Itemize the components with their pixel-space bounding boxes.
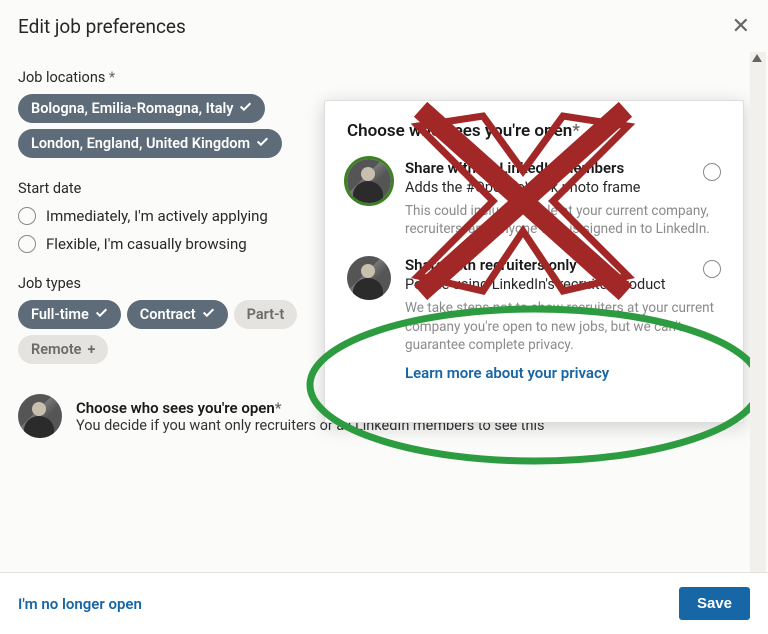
check-icon (239, 100, 252, 117)
jobtype-remote[interactable]: Remote + (18, 335, 108, 364)
radio-icon (18, 207, 36, 225)
locations-label: Job locations * (18, 69, 750, 86)
option-recruiters-only[interactable]: Share with recruiters only People using … (347, 256, 721, 382)
avatar (347, 256, 391, 300)
save-button[interactable]: Save (679, 587, 750, 620)
plus-icon: + (88, 341, 96, 358)
check-icon (256, 135, 269, 152)
visibility-popup: Choose who sees you're open* Share with … (324, 100, 744, 423)
location-chip[interactable]: Bologna, Emilia-Romagna, Italy (18, 94, 265, 123)
privacy-link[interactable]: Learn more about your privacy (405, 364, 609, 382)
radio-icon (703, 163, 721, 181)
scrollbar[interactable] (750, 52, 766, 584)
avatar-opentowork (347, 159, 391, 203)
no-longer-open-link[interactable]: I'm no longer open (18, 595, 142, 613)
jobtype-fulltime[interactable]: Full-time (18, 300, 121, 329)
close-icon[interactable]: ✕ (732, 14, 750, 39)
location-chips: Bologna, Emilia-Romagna, Italy London, E… (18, 94, 348, 158)
location-chip[interactable]: London, England, United Kingdom (18, 129, 282, 158)
popup-title: Choose who sees you're open* (347, 121, 721, 141)
option-all-members[interactable]: Share with all LinkedIn members Adds the… (347, 159, 721, 238)
check-icon (202, 306, 215, 323)
radio-icon (18, 235, 36, 253)
jobtype-parttime[interactable]: Part-t (234, 300, 298, 329)
check-icon (95, 306, 108, 323)
avatar (18, 394, 62, 438)
modal-title: Edit job preferences (18, 15, 186, 38)
jobtype-contract[interactable]: Contract (127, 300, 228, 329)
jobtype-chips: Full-time Contract Part-t Remote + (18, 300, 348, 364)
